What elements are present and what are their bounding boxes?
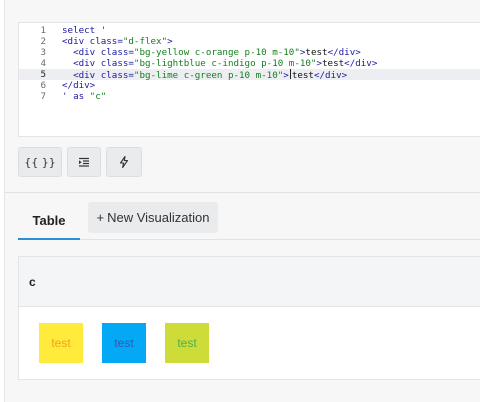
indent-button[interactable]	[67, 147, 101, 177]
plus-icon: +	[96, 210, 105, 225]
test-label: test	[177, 336, 197, 350]
active-tab-indicator	[18, 238, 80, 240]
code-line[interactable]: 5 <div class="bg-lime c-green p-10 m-10"…	[19, 69, 480, 81]
code-string: "bg-lightblue c-indigo p-10 m-10"	[133, 58, 317, 69]
code-text: <div class="bg-lightblue c-indigo p-10 m…	[62, 58, 377, 69]
code-text: select '	[62, 25, 106, 36]
format-label: {{ }}	[24, 155, 56, 169]
line-number: 3	[40, 47, 46, 58]
yellow-test-box: test	[39, 323, 83, 363]
code-token: select '	[62, 25, 107, 36]
code-token: </div>	[62, 80, 96, 91]
code-content: test	[322, 58, 345, 69]
code-string: "d-flex"	[122, 36, 168, 47]
code-text: <div class="d-flex">	[62, 36, 173, 47]
code-text: ' as "c"	[62, 91, 106, 102]
code-string: "bg-yellow c-orange p-10 m-10"	[133, 47, 300, 58]
line-number: 4	[40, 58, 46, 69]
code-line[interactable]: 1 select '	[19, 25, 480, 36]
result-header-row: c	[19, 257, 480, 307]
code-line[interactable]: 3 <div class="bg-yellow c-orange p-10 m-…	[19, 47, 480, 58]
indent-icon	[79, 157, 89, 167]
code-line[interactable]: 6 </div>	[19, 80, 480, 91]
line-number: 7	[40, 91, 46, 102]
test-label: test	[51, 336, 71, 350]
new-visualization-button[interactable]: + New Visualization	[88, 202, 218, 233]
test-label: test	[114, 336, 134, 350]
lightning-icon	[119, 156, 129, 168]
line-number: 2	[40, 36, 46, 47]
code-text: </div>	[62, 80, 95, 91]
tab-bar-rule	[80, 239, 480, 240]
lime-test-box: test	[165, 323, 209, 363]
code-string: "c"	[89, 91, 107, 102]
code-token: <div class=	[62, 47, 134, 58]
column-header-c: c	[29, 275, 36, 289]
line-number: 5	[40, 69, 46, 80]
lightblue-test-box: test	[102, 323, 146, 363]
code-token: </div>	[344, 58, 378, 69]
tab-table[interactable]: Table	[18, 202, 80, 238]
line-number: 6	[40, 80, 46, 91]
code-content: test	[305, 47, 328, 58]
code-token: <div class=	[62, 36, 123, 47]
run-button[interactable]	[106, 147, 142, 177]
code-line[interactable]: 2 <div class="d-flex">	[19, 36, 480, 47]
new-visualization-label: New Visualization	[107, 210, 210, 225]
line-number: 1	[40, 25, 46, 36]
code-text: <div class="bg-yellow c-orange p-10 m-10…	[62, 47, 361, 58]
code-token: ' as	[62, 91, 90, 102]
code-line[interactable]: 4 <div class="bg-lightblue c-indigo p-10…	[19, 58, 480, 69]
code-token: </div>	[327, 47, 361, 58]
result-table: c test test test	[18, 256, 480, 380]
code-token: <div class=	[62, 58, 134, 69]
code-line[interactable]: 7 ' as "c"	[19, 91, 480, 102]
text-cursor	[289, 69, 291, 79]
format-query-button[interactable]: {{ }}	[18, 147, 62, 177]
code-token: >	[167, 36, 173, 47]
tab-table-label: Table	[32, 212, 66, 228]
sql-editor[interactable]: 1 select ' 2 <div class="d-flex"> 3 <div cla…	[18, 22, 480, 137]
section-divider	[4, 192, 480, 193]
